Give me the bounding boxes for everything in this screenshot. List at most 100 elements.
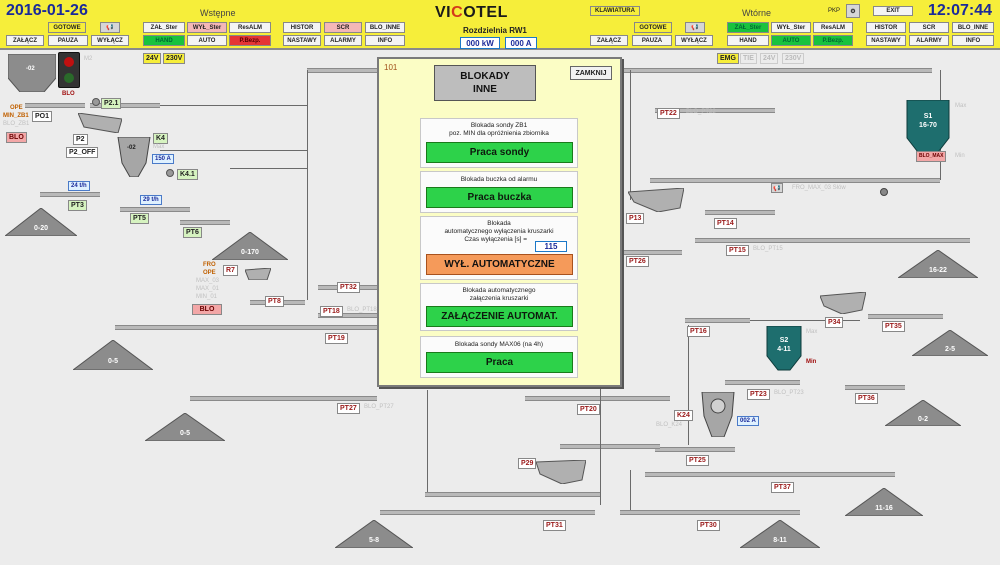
horn-right-icon[interactable]: 📢 [685,22,705,33]
k24-tag[interactable]: K24 [674,410,693,421]
blo-inne-left-button[interactable]: BLO_INNE [365,22,405,33]
pbezp-right-button[interactable]: P.Bezp. [813,35,853,46]
zal-ster-right-button[interactable]: ZAŁ_Ster [727,22,769,33]
panel4-line2: załączenia kruszarki [469,295,529,302]
keyboard-button[interactable]: KLAWIATURA [590,6,640,16]
zal-ster-left-button[interactable]: ZAŁ_Ster [143,22,185,33]
pt19-tag[interactable]: PT19 [325,333,348,344]
nastawy-right-button[interactable]: NASTAWY [866,35,906,46]
line-v4 [427,390,428,492]
wylacz-left-button[interactable]: WYŁĄCZ [91,35,129,46]
hopper-02[interactable]: -02 [7,53,57,93]
pt23-tag[interactable]: PT23 [747,389,770,400]
alarmy-left-button[interactable]: ALARMY [324,35,362,46]
p21-tag[interactable]: P2.1 [101,98,122,109]
close-button[interactable]: ZAMKNIJ [570,66,612,80]
pt14-tag[interactable]: PT14 [714,218,737,229]
blo-indicator-1[interactable]: BLO [6,132,27,143]
scr-right-button[interactable]: SCR [909,22,949,33]
histor-right-button[interactable]: HISTOR [866,22,906,33]
hand-left-button[interactable]: HAND [143,35,185,46]
p2-tag[interactable]: P2 [73,134,88,145]
pt35-tag[interactable]: PT35 [882,321,905,332]
crusher-k24[interactable] [698,391,738,438]
r7-tag[interactable]: R7 [223,265,238,276]
panel3-line1: Blokada [487,220,511,227]
gotowe-left-button[interactable]: GOTOWE [48,22,86,33]
crusher-k4[interactable]: -02 [116,136,152,178]
blokady-inne-dialog: 101 BLOKADY INNE ZAMKNIJ Blokada sondy Z… [377,57,622,387]
pt36-tag[interactable]: PT36 [855,393,878,404]
pt8-tag[interactable]: PT8 [265,296,284,307]
pt5-tag[interactable]: PT5 [130,213,149,224]
k4-tag[interactable]: K4 [153,133,168,144]
s1-min-label: Min [955,153,965,159]
p29-tag[interactable]: P29 [518,458,537,469]
pkp-icon[interactable]: ⚙ [846,4,860,18]
wyl-ster-right-button[interactable]: WYŁ_Ster [771,22,811,33]
praca-buczka-button[interactable]: Praca buczka [426,187,573,208]
pt26-tag[interactable]: PT26 [626,256,649,267]
pt25-tag[interactable]: PT25 [686,455,709,466]
nastawy-left-button[interactable]: NASTAWY [283,35,321,46]
max03-label: MAX_03 [196,278,220,284]
hand-right-button[interactable]: HAND [727,35,769,46]
blo-pt15-label: BLO_PT15 [753,246,783,252]
pt30-tag[interactable]: PT30 [697,520,720,531]
praca-button[interactable]: Praca [426,352,573,373]
voltage-230v-left: 230V [163,53,186,64]
pauza-right-button[interactable]: PAUZA [632,35,672,46]
zalacz-right-button[interactable]: ZAŁĄCZ [590,35,628,46]
pt20-tag[interactable]: PT20 [577,404,600,415]
pbezp-left-button[interactable]: P.Bezp. [229,35,271,46]
auto-right-button[interactable]: AUTO [771,35,811,46]
feeder-r7[interactable] [244,265,272,281]
blo-indicator-2[interactable]: BLO [192,304,222,315]
blo-inne-right-button[interactable]: BLO_INNE [952,22,994,33]
shutdown-time-input[interactable]: 115 [535,241,567,252]
pt16-tag[interactable]: PT16 [687,326,710,337]
pauza-left-button[interactable]: PAUZA [48,35,88,46]
k41-motor-icon [166,169,174,177]
pt32-tag[interactable]: PT32 [337,282,360,293]
line-v7 [630,470,631,510]
switchgear-title: Rozdzielnia RW1 [463,26,527,35]
feeder-p13[interactable] [627,187,685,213]
ope-label: OPE [10,105,23,111]
p34-tag[interactable]: P34 [825,317,844,328]
resalm-left-button[interactable]: ResALM [229,22,271,33]
silo-s2[interactable]: S2 4-11 [765,325,803,372]
p13-tag[interactable]: P13 [626,213,645,224]
pt27-tag[interactable]: PT27 [337,403,360,414]
p2-off-tag[interactable]: P2_OFF [66,147,99,158]
resalm-right-button[interactable]: ResALM [813,22,853,33]
feeder-p2[interactable] [77,112,123,134]
horn-left-icon[interactable]: 📢 [100,22,120,33]
pt15-tag[interactable]: PT15 [726,245,749,256]
pt6-tag[interactable]: PT6 [183,227,202,238]
histor-left-button[interactable]: HISTOR [283,22,321,33]
pt22-tag[interactable]: PT22 [657,108,680,119]
wyl-ster-left-button[interactable]: WYŁ_Ster [187,22,227,33]
feeder-p34[interactable] [819,291,867,315]
pt18-tag[interactable]: PT18 [320,306,343,317]
k41-tag[interactable]: K4.1 [177,169,198,180]
po1-tag[interactable]: PO1 [32,111,53,122]
gotowe-right-button[interactable]: GOTOWE [634,22,672,33]
zalacz-left-button[interactable]: ZAŁĄCZ [6,35,44,46]
info-left-button[interactable]: INFO [365,35,405,46]
praca-sondy-button[interactable]: Praca sondy [426,142,573,163]
wyl-automatyczne-button[interactable]: WYŁ. AUTOMATYCZNE [426,254,573,275]
alarmy-right-button[interactable]: ALARMY [909,35,949,46]
auto-left-button[interactable]: AUTO [187,35,227,46]
exit-button[interactable]: EXIT [873,6,913,16]
wylacz-right-button[interactable]: WYŁĄCZ [675,35,713,46]
pt31-tag[interactable]: PT31 [543,520,566,531]
zalaczenie-automat-button[interactable]: ZAŁĄCZENIE AUTOMAT. [426,306,573,327]
scr-left-button[interactable]: SCR [324,22,362,33]
feeder-p29[interactable] [535,459,587,485]
pt37-tag[interactable]: PT37 [771,482,794,493]
blo-k24-label: BLO_K24 [656,422,683,428]
info-right-button[interactable]: INFO [952,35,994,46]
panel-sonda-zb1: Blokada sondy ZB1 poz. MIN dla opróżnien… [420,118,578,168]
